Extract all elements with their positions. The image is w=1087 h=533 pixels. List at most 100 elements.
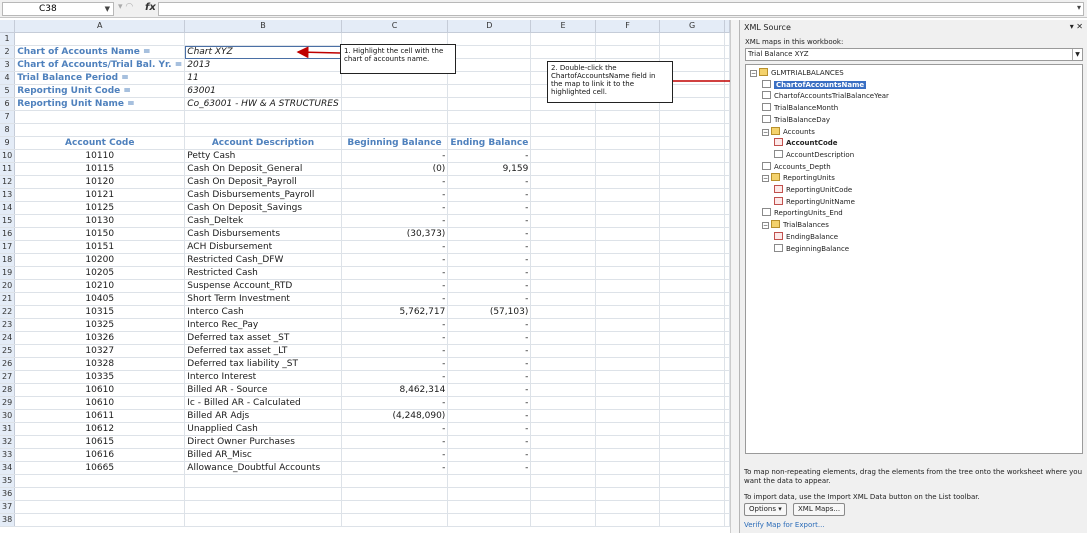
- row-header[interactable]: 3: [0, 58, 16, 72]
- tree-node[interactable]: ReportingUnits_End: [762, 208, 843, 219]
- row-header[interactable]: 27: [0, 370, 16, 384]
- beginning-balance-cell[interactable]: (4,248,090): [341, 409, 449, 423]
- beginning-balance-cell[interactable]: -: [341, 149, 449, 163]
- cell[interactable]: [341, 513, 449, 527]
- account-code-cell[interactable]: 10405: [14, 292, 186, 306]
- account-description-cell[interactable]: Petty Cash: [184, 149, 342, 163]
- cell[interactable]: [724, 32, 730, 46]
- cell[interactable]: [184, 474, 342, 488]
- cell[interactable]: [724, 422, 730, 436]
- beginning-balance-cell[interactable]: -: [341, 435, 449, 449]
- tree-node[interactable]: ReportingUnitCode: [774, 185, 852, 196]
- cell[interactable]: [724, 409, 730, 423]
- account-description-cell[interactable]: Restricted Cash_DFW: [184, 253, 342, 267]
- cell[interactable]: [595, 240, 661, 254]
- cell[interactable]: [595, 422, 661, 436]
- cell[interactable]: [659, 266, 725, 280]
- account-description-cell[interactable]: ACH Disbursement: [184, 240, 342, 254]
- cell[interactable]: [659, 474, 725, 488]
- cell[interactable]: [724, 201, 730, 215]
- column-header[interactable]: C: [341, 20, 449, 33]
- cell[interactable]: [659, 344, 725, 358]
- beginning-balance-cell[interactable]: -: [341, 461, 449, 475]
- account-code-cell[interactable]: 10616: [14, 448, 186, 462]
- cell[interactable]: [595, 513, 661, 527]
- row-header[interactable]: 8: [0, 123, 16, 137]
- collapse-icon[interactable]: −: [750, 70, 757, 77]
- cell[interactable]: [659, 305, 725, 319]
- account-code-cell[interactable]: 10611: [14, 409, 186, 423]
- ending-balance-cell[interactable]: -: [447, 448, 532, 462]
- cell[interactable]: [447, 97, 532, 111]
- collapse-icon[interactable]: −: [762, 175, 769, 183]
- account-code-cell[interactable]: 10315: [14, 305, 186, 319]
- expand-icon[interactable]: ▾: [1077, 3, 1081, 12]
- cell[interactable]: [659, 149, 725, 163]
- ending-balance-cell[interactable]: -: [447, 370, 532, 384]
- beginning-balance-cell[interactable]: -: [341, 279, 449, 293]
- row-header[interactable]: 29: [0, 396, 16, 410]
- account-description-cell[interactable]: Interco Cash: [184, 305, 342, 319]
- cell[interactable]: [530, 45, 596, 59]
- account-code-cell[interactable]: 10121: [14, 188, 186, 202]
- account-description-cell[interactable]: Billed AR Adjs: [184, 409, 342, 423]
- tree-node[interactable]: − TrialBalances: [762, 220, 829, 231]
- row-header[interactable]: 38: [0, 513, 16, 527]
- cell[interactable]: [724, 253, 730, 267]
- cell[interactable]: [184, 110, 342, 124]
- beginning-balance-cell[interactable]: -: [341, 370, 449, 384]
- account-description-cell[interactable]: Deferred tax asset _LT: [184, 344, 342, 358]
- beginning-balance-cell[interactable]: 5,762,717: [341, 305, 449, 319]
- cell[interactable]: [447, 500, 532, 514]
- cell[interactable]: [341, 487, 449, 501]
- cell[interactable]: [659, 487, 725, 501]
- tree-node[interactable]: − ReportingUnits: [762, 173, 835, 184]
- xml-maps-button[interactable]: XML Maps...: [793, 503, 846, 516]
- cell[interactable]: [530, 240, 596, 254]
- cell[interactable]: [724, 344, 730, 358]
- cell[interactable]: [595, 396, 661, 410]
- column-header[interactable]: [724, 20, 730, 33]
- cell[interactable]: [724, 513, 730, 527]
- row-header[interactable]: 25: [0, 344, 16, 358]
- account-code-cell[interactable]: 10326: [14, 331, 186, 345]
- account-code-cell[interactable]: 10610: [14, 383, 186, 397]
- cell[interactable]: [530, 175, 596, 189]
- tree-node[interactable]: TrialBalanceDay: [762, 114, 830, 126]
- tree-node[interactable]: ChartofAccountsName: [762, 79, 867, 91]
- ending-balance-cell[interactable]: -: [447, 331, 532, 345]
- chevron-down-icon[interactable]: ▼: [105, 3, 110, 15]
- beginning-balance-cell[interactable]: -: [341, 214, 449, 228]
- ending-balance-cell[interactable]: -: [447, 461, 532, 475]
- beginning-balance-cell[interactable]: -: [341, 448, 449, 462]
- beginning-balance-cell[interactable]: -: [341, 318, 449, 332]
- beginning-balance-cell[interactable]: -: [341, 396, 449, 410]
- cell[interactable]: [595, 474, 661, 488]
- cell[interactable]: [659, 318, 725, 332]
- account-description-cell[interactable]: Cash On Deposit_Payroll: [184, 175, 342, 189]
- row-header[interactable]: 4: [0, 71, 16, 85]
- account-code-cell[interactable]: 10610: [14, 396, 186, 410]
- cell[interactable]: [530, 292, 596, 306]
- cell[interactable]: [724, 266, 730, 280]
- table-column-header[interactable]: Beginning Balance: [341, 136, 449, 150]
- cell[interactable]: [659, 188, 725, 202]
- ending-balance-cell[interactable]: -: [447, 344, 532, 358]
- cell[interactable]: [530, 357, 596, 371]
- account-code-cell[interactable]: 10130: [14, 214, 186, 228]
- row-header[interactable]: 1: [0, 32, 16, 46]
- cell[interactable]: [724, 331, 730, 345]
- ending-balance-cell[interactable]: -: [447, 253, 532, 267]
- cell[interactable]: [447, 58, 532, 72]
- beginning-balance-cell[interactable]: -: [341, 422, 449, 436]
- ending-balance-cell[interactable]: -: [447, 318, 532, 332]
- ending-balance-cell[interactable]: -: [447, 292, 532, 306]
- account-code-cell[interactable]: 10151: [14, 240, 186, 254]
- cell[interactable]: [724, 487, 730, 501]
- account-code-cell[interactable]: 10205: [14, 266, 186, 280]
- cell[interactable]: [341, 97, 449, 111]
- row-header[interactable]: 7: [0, 110, 16, 124]
- column-header[interactable]: F: [595, 20, 661, 33]
- account-description-cell[interactable]: Short Term Investment: [184, 292, 342, 306]
- cell[interactable]: [184, 487, 342, 501]
